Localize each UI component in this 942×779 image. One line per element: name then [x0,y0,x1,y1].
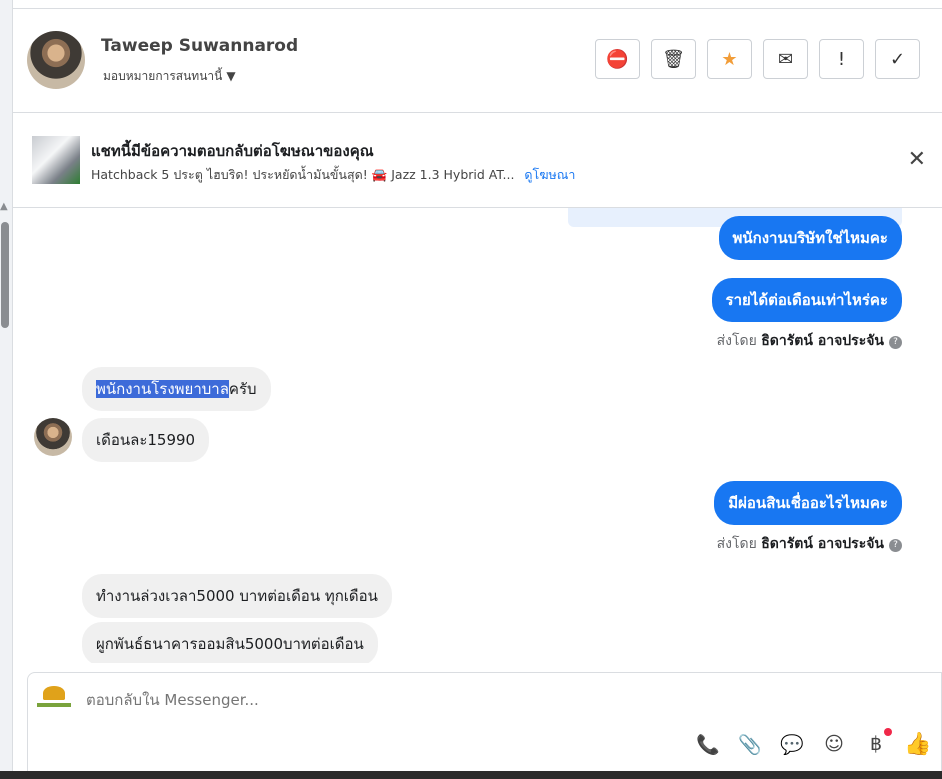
like-icon[interactable]: 👍 [904,731,931,757]
selected-text: พนักงานโรงพยาบาล [96,380,229,398]
follow-up-icon: ! [837,48,846,70]
composer-tools: 📞 📎 💬 ☺ ฿ 👍 [695,728,932,757]
trash-icon: 🗑 [662,48,685,70]
payment-baht-button[interactable]: ฿ [863,728,892,757]
reply-input[interactable] [86,691,586,709]
ad-thumbnail[interactable] [32,136,80,184]
spam-button[interactable]: ⛔ [595,39,640,79]
sent-by-label: ส่งโดย ธิดารัตน์ อาจประจัน? [717,533,902,555]
help-icon[interactable]: ? [889,336,902,349]
view-ad-link[interactable]: ดูโฆษณา [524,167,575,182]
sent-by-prefix: ส่งโดย [716,333,757,349]
message-thread[interactable]: พนักงานบริษัทใช่ไหมคะ รายได้ต่อเดือนเท่า… [13,208,942,663]
assign-label: มอบหมายการสนทนานี้ [103,69,223,83]
done-icon: ✓ [889,48,906,70]
sent-by-prefix: ส่งโดย [716,536,757,552]
sent-by-label: ส่งโดย ธิดารัตน์ อาจประจัน? [717,330,902,352]
left-rail: ▲ [0,0,13,779]
notification-dot [884,728,892,736]
delete-button[interactable]: 🗑 [651,39,696,79]
incoming-message[interactable]: ผูกพันธ์ธนาคารออมสิน5000บาทต่อเดือน [82,622,378,663]
saved-reply-icon[interactable]: 💬 [779,731,805,757]
conversation-header: Taweep Suwannarod มอบหมายการสนทนานี้ ▼ ⛔ … [13,9,942,113]
avatar[interactable] [34,418,72,456]
follow-up-button[interactable]: ! [819,39,864,79]
reply-composer: 📞 📎 💬 ☺ ฿ 👍 [27,672,942,773]
call-add-icon[interactable]: 📞 [695,731,721,757]
incoming-message[interactable]: เดือนละ15990 [82,418,210,462]
mail-icon: ✉ [777,48,794,70]
caret-down-icon: ▼ [226,69,236,83]
outgoing-message[interactable]: พนักงานบริษัทใช่ไหมคะ [718,216,902,260]
sender-name: ธิดารัตน์ อาจประจัน [761,333,884,349]
emoji-icon[interactable]: ☺ [821,731,847,757]
incoming-message[interactable]: พนักงานโรงพยาบาลครับ [82,367,271,411]
spam-icon: ⛔ [606,48,629,70]
incoming-message[interactable]: ทำงานล่วงเวลา5000 บาทต่อเดือน ทุกเดือน [82,574,392,618]
top-strip [12,0,942,9]
mark-unread-button[interactable]: ✉ [763,39,808,79]
close-icon[interactable]: ✕ [908,147,926,172]
outgoing-message[interactable]: รายได้ต่อเดือนเท่าไหร่คะ [711,278,902,322]
contact-name[interactable]: Taweep Suwannarod [101,36,298,56]
scrollbar-thumb[interactable] [1,222,9,328]
attachment-icon[interactable]: 📎 [737,731,763,757]
action-toolbar: ⛔ 🗑 ★ ✉ ! ✓ [595,39,920,79]
taskbar-edge [0,771,942,779]
assign-dropdown[interactable]: มอบหมายการสนทนานี้ ▼ [103,67,236,86]
avatar[interactable] [27,31,85,89]
ad-banner-title: แชทนี้มีข้อความตอบกลับต่อโฆษณาของคุณ [91,142,374,160]
payment-baht-icon: ฿ [869,733,883,755]
help-icon[interactable]: ? [889,539,902,552]
sender-name: ธิดารัตน์ อาจประจัน [761,536,884,552]
mark-done-button[interactable]: ✓ [875,39,920,79]
page-logo [37,686,71,712]
outgoing-message[interactable]: มีผ่อนสินเชื่ออะไรไหมคะ [714,481,902,525]
scroll-up-icon[interactable]: ▲ [0,201,8,212]
star-icon: ★ [721,48,738,70]
ad-subtitle: Hatchback 5 ประตู ไฮบริด! ประหยัดน้ำมันข… [91,165,575,185]
star-button[interactable]: ★ [707,39,752,79]
ad-subtitle-text: Hatchback 5 ประตู ไฮบริด! ประหยัดน้ำมันข… [91,167,515,182]
message-text: ครับ [228,380,257,398]
ad-reply-banner: แชทนี้มีข้อความตอบกลับต่อโฆษณาของคุณ Hat… [13,113,942,208]
